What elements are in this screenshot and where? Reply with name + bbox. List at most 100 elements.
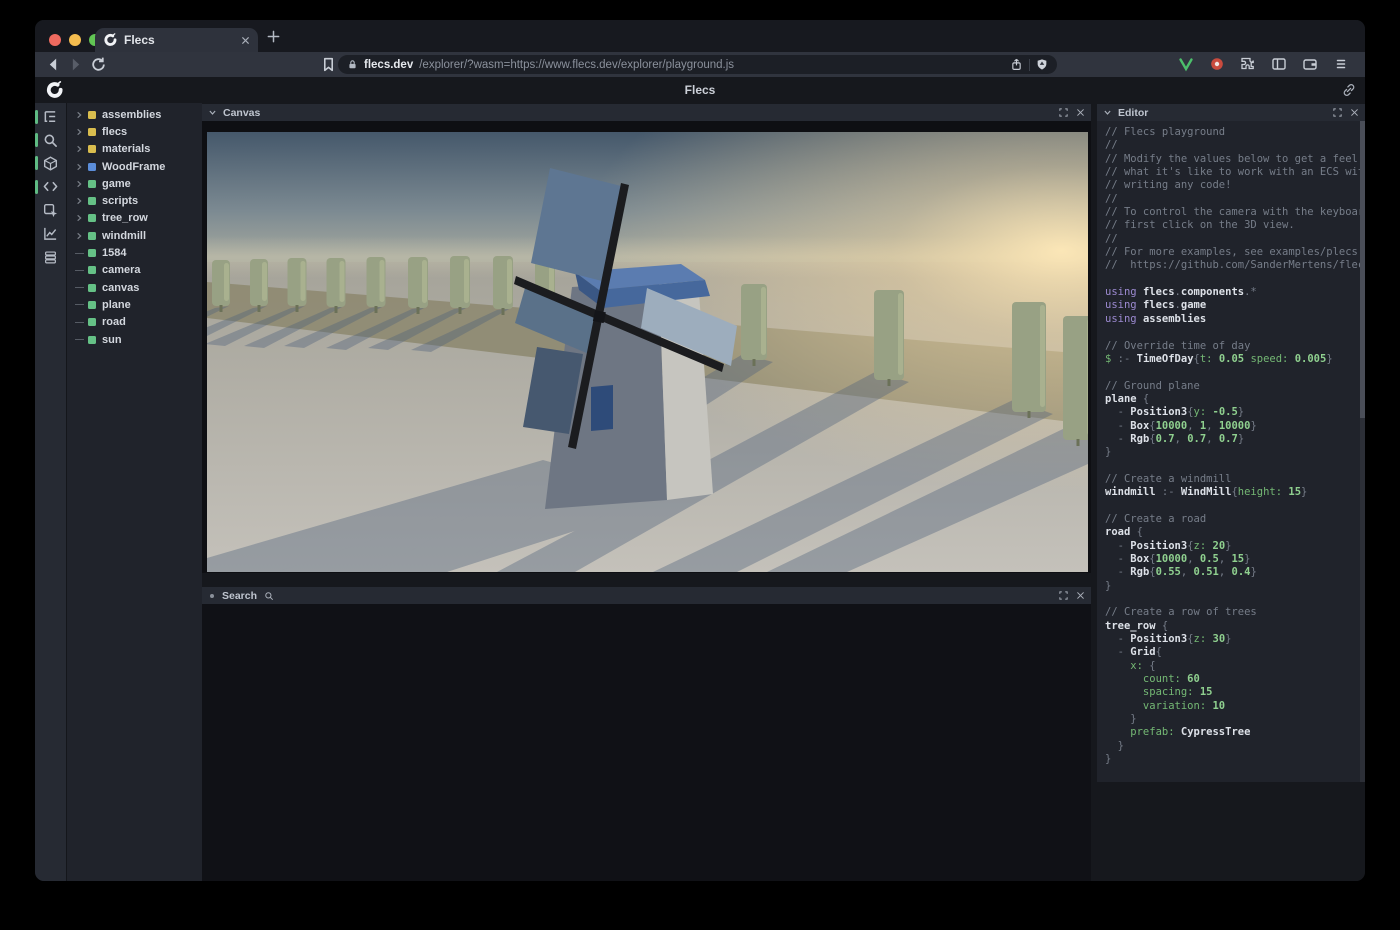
code-line: // Ground plane: [1105, 380, 1357, 393]
active-indicator: [35, 110, 38, 124]
editor-scrollbar-thumb[interactable]: [1360, 121, 1365, 418]
share-link-icon[interactable]: [1342, 83, 1356, 97]
bookmark-icon[interactable]: [320, 56, 337, 73]
code-line: - Position3{z: 30}: [1105, 633, 1357, 646]
extensions-puzzle-icon[interactable]: [1240, 56, 1256, 72]
collapsed-bullet-icon[interactable]: [210, 594, 214, 598]
close-icon[interactable]: [1076, 591, 1085, 600]
flecs-logo-icon: [45, 81, 63, 99]
editor-scrollbar[interactable]: [1360, 121, 1365, 782]
code-line: // what it's like to work with an ECS wi…: [1105, 166, 1357, 179]
expand-arrow-icon[interactable]: [75, 197, 83, 205]
code-line: // Modify the values below to get a feel…: [1105, 153, 1357, 166]
tree-item-windmill[interactable]: windmill: [67, 227, 202, 244]
tree-item-label: game: [102, 178, 131, 190]
tree-item-canvas[interactable]: canvas: [67, 279, 202, 296]
search-icon: [43, 133, 58, 148]
code-line: }: [1105, 580, 1357, 593]
red-extension-icon[interactable]: [1209, 56, 1225, 72]
vue-extension-icon[interactable]: [1178, 56, 1194, 72]
code-line: [1105, 326, 1357, 339]
search-panel-header: Search: [202, 587, 1091, 604]
tab-flecs[interactable]: Flecs: [95, 28, 258, 52]
search-icon: [264, 591, 274, 601]
tree-item-assemblies[interactable]: assemblies: [67, 106, 202, 123]
sidebar-entity-tree-icon[interactable]: [35, 105, 66, 128]
code-line: x: {: [1105, 660, 1357, 673]
reload-button[interactable]: [90, 56, 107, 73]
entity-color-swatch: [88, 145, 96, 153]
sidebar-scene-icon[interactable]: [35, 152, 66, 175]
code-editor[interactable]: // Flecs playground//// Modify the value…: [1097, 121, 1365, 772]
cypress-tree: [367, 257, 386, 313]
leaf-dash: [75, 339, 84, 340]
back-button[interactable]: [45, 56, 62, 73]
expand-icon[interactable]: [1333, 108, 1342, 117]
tree-item-label: flecs: [102, 126, 127, 138]
tree-item-materials[interactable]: materials: [67, 141, 202, 158]
code-line: }: [1105, 753, 1357, 766]
entity-color-swatch: [88, 318, 96, 326]
share-icon[interactable]: [1010, 58, 1023, 71]
sidebar-logs-icon[interactable]: [35, 245, 66, 268]
code-line: [1105, 273, 1357, 286]
entity-color-swatch: [88, 111, 96, 119]
code-line: }: [1105, 740, 1357, 753]
code-line: }: [1105, 713, 1357, 726]
expand-arrow-icon[interactable]: [75, 145, 83, 153]
tree-item-sun[interactable]: sun: [67, 331, 202, 348]
expand-arrow-icon[interactable]: [75, 180, 83, 188]
code-line: variation: 10: [1105, 700, 1357, 713]
tree-item-scripts[interactable]: scripts: [67, 192, 202, 209]
close-icon[interactable]: [1350, 108, 1359, 117]
chevron-down-icon[interactable]: [208, 108, 217, 117]
active-indicator: [35, 180, 38, 194]
tree-item-camera[interactable]: camera: [67, 262, 202, 279]
tree-item-game[interactable]: game: [67, 175, 202, 192]
wallet-icon[interactable]: [1302, 56, 1318, 72]
expand-arrow-icon[interactable]: [75, 128, 83, 136]
forward-button[interactable]: [67, 56, 84, 73]
url-bar[interactable]: flecs.dev /explorer/?wasm=https://www.fl…: [338, 55, 1057, 74]
chevron-down-icon[interactable]: [1103, 108, 1112, 117]
sidebar-stats-icon[interactable]: [35, 222, 66, 245]
tree-item-road[interactable]: road: [67, 314, 202, 331]
code-line: spacing: 15: [1105, 686, 1357, 699]
expand-icon[interactable]: [1059, 591, 1068, 600]
menu-icon[interactable]: [1333, 56, 1349, 72]
leaf-dash: [75, 270, 84, 271]
code-line: // Override time of day: [1105, 340, 1357, 353]
tree-item-WoodFrame[interactable]: WoodFrame: [67, 158, 202, 175]
sidebar-toggle-icon[interactable]: [1271, 56, 1287, 72]
tree-item-flecs[interactable]: flecs: [67, 123, 202, 140]
code-line: plane {: [1105, 393, 1357, 406]
cypress-tree: [327, 258, 346, 313]
tree-item-label: scripts: [102, 195, 138, 207]
entity-color-swatch: [88, 249, 96, 257]
sidebar-search-icon[interactable]: [35, 128, 66, 151]
new-tab-button[interactable]: [266, 29, 281, 44]
code-line: - Box{10000, 0.5, 15}: [1105, 553, 1357, 566]
code-line: using assemblies: [1105, 313, 1357, 326]
expand-arrow-icon[interactable]: [75, 214, 83, 222]
code-line: // writing any code!: [1105, 179, 1357, 192]
minimize-window-button[interactable]: [69, 34, 81, 46]
divider: [1029, 59, 1030, 71]
entity-color-swatch: [88, 180, 96, 188]
cypress-tree: [493, 256, 513, 315]
tree-item-tree_row[interactable]: tree_row: [67, 210, 202, 227]
tree-item-1584[interactable]: 1584: [67, 244, 202, 261]
tree-item-plane[interactable]: plane: [67, 296, 202, 313]
sidebar-inspect-icon[interactable]: [35, 199, 66, 222]
sidebar-code-icon[interactable]: [35, 175, 66, 198]
close-icon[interactable]: [1076, 108, 1085, 117]
close-window-button[interactable]: [49, 34, 61, 46]
expand-arrow-icon[interactable]: [75, 232, 83, 240]
expand-arrow-icon[interactable]: [75, 111, 83, 119]
3d-viewport[interactable]: [207, 132, 1088, 572]
tab-close-icon[interactable]: [241, 36, 250, 45]
entity-color-swatch: [88, 336, 96, 344]
expand-arrow-icon[interactable]: [75, 163, 83, 171]
expand-icon[interactable]: [1059, 108, 1068, 117]
brave-shield-icon[interactable]: [1036, 58, 1048, 71]
